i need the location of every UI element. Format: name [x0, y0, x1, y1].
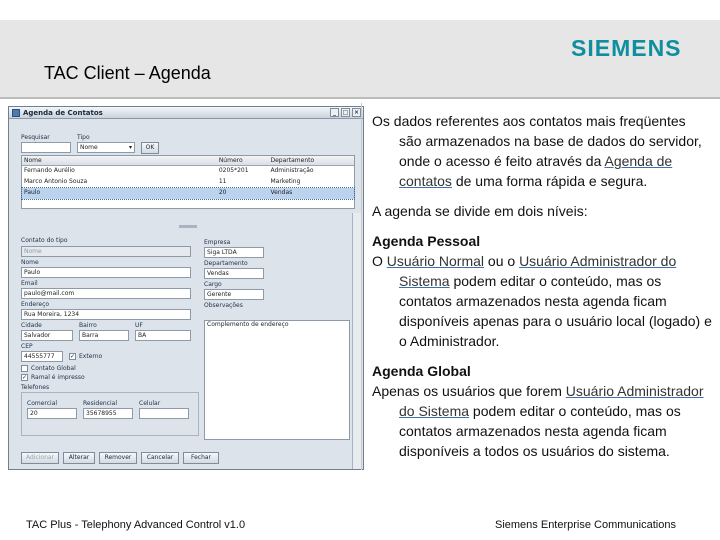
address-label: Endereço — [21, 301, 50, 308]
city-label: Cidade — [21, 322, 42, 329]
role-field[interactable]: Gerente — [204, 289, 264, 300]
global-contact-label: Contato Global — [31, 365, 76, 372]
email-field[interactable]: paulo@mail.com — [21, 288, 191, 299]
cell-department: Administração — [270, 167, 314, 174]
cell-name: Fernando Aurélio — [24, 167, 75, 174]
phones-label: Telefones — [21, 384, 50, 391]
heading-agenda-global: Agenda Global — [372, 363, 471, 379]
table-row-selected[interactable]: Paulo 20 Vendas — [21, 187, 355, 200]
notes-value: Complemento de endereço — [207, 321, 289, 328]
cell-number: 20 — [218, 189, 227, 196]
type-select-value: Nome — [80, 144, 98, 151]
slide-title: TAC Client – Agenda — [44, 63, 211, 83]
header-divider — [0, 97, 720, 99]
app-icon — [12, 108, 20, 117]
add-button[interactable]: Adicionar — [21, 452, 59, 464]
global-contact-checkbox[interactable] — [21, 365, 28, 372]
table-row[interactable]: Fernando Aurélio 0205*201 Administração — [22, 166, 354, 177]
heading-agenda-pessoal: Agenda Pessoal — [372, 233, 481, 249]
external-label: Externo — [79, 353, 103, 360]
cep-field[interactable]: 44555777 — [21, 351, 63, 362]
p3-text: O — [372, 253, 387, 269]
cep-label: CEP — [21, 343, 33, 350]
ok-button[interactable]: OK — [141, 142, 159, 154]
commercial-label: Comercial — [27, 400, 58, 407]
footer-company: Siemens Enterprise Communications — [495, 519, 676, 531]
window-title: Agenda de Contatos — [23, 108, 103, 117]
contacts-table: Nome Número Departamento Fernando Auréli… — [21, 155, 355, 209]
edit-button[interactable]: Alterar — [63, 452, 95, 464]
company-field[interactable]: Siga LTDA — [204, 247, 264, 258]
footer-product: TAC Plus - Telephony Advanced Control v1… — [26, 519, 246, 531]
paragraph-4: Apenas os usuários que forem Usuário Adm… — [372, 381, 712, 461]
department-label: Departamento — [204, 260, 248, 267]
email-label: Email — [21, 280, 38, 287]
p3-text-mid: ou o — [484, 253, 520, 269]
paragraph-3: O Usuário Normal ou o Usuário Administra… — [372, 251, 712, 351]
paragraph-1: Os dados referentes aos contatos mais fr… — [372, 111, 712, 191]
maximize-icon[interactable]: □ — [341, 108, 350, 117]
column-header-name[interactable]: Nome — [22, 156, 217, 165]
window-titlebar: Agenda de Contatos _ □ × — [9, 107, 363, 119]
slide-body: Os dados referentes aos contatos mais fr… — [372, 111, 712, 471]
splitter-handle[interactable] — [179, 225, 197, 228]
table-row[interactable]: Marco Antonio Souza 11 Marketing — [22, 177, 354, 188]
contact-type-label: Contato do tipo — [21, 237, 68, 244]
residential-field[interactable]: 35678955 — [83, 408, 133, 419]
type-select[interactable]: Nome ▾ — [77, 142, 135, 153]
siemens-logo: SIEMENS — [571, 35, 682, 61]
chevron-down-icon: ▾ — [128, 144, 132, 151]
state-field[interactable]: BA — [135, 330, 191, 341]
ramal-printed-label: Ramal é impresso — [31, 374, 85, 381]
link-usuario-normal[interactable]: Usuário Normal — [387, 253, 484, 269]
notes-label: Observações — [204, 302, 243, 309]
cancel-button[interactable]: Cancelar — [141, 452, 179, 464]
p4-text: Apenas os usuários que forem — [372, 383, 566, 399]
name-field[interactable]: Paulo — [21, 267, 191, 278]
residential-label: Residencial — [83, 400, 117, 407]
district-label: Bairro — [79, 322, 97, 329]
close-button[interactable]: Fechar — [183, 452, 219, 464]
close-icon[interactable]: × — [352, 108, 361, 117]
paragraph-2: A agenda se divide em dois níveis: — [372, 203, 588, 219]
search-input[interactable] — [21, 142, 71, 153]
contact-type-field[interactable]: Nome — [21, 246, 191, 257]
address-field[interactable]: Rua Moreira, 1234 — [21, 309, 191, 320]
ramal-printed-checkbox[interactable]: ✓ — [21, 374, 28, 381]
cell-name: Paulo — [24, 189, 41, 196]
notes-textarea[interactable]: Complemento de endereço — [204, 320, 350, 440]
cell-number: 11 — [218, 178, 227, 185]
column-header-department[interactable]: Departamento — [269, 156, 354, 165]
cell-name: Marco Antonio Souza — [24, 178, 88, 185]
cell-department: Marketing — [270, 178, 301, 185]
column-header-number[interactable]: Número — [217, 156, 269, 165]
minimize-icon[interactable]: _ — [330, 108, 339, 117]
company-label: Empresa — [204, 239, 231, 246]
table-header: Nome Número Departamento — [22, 156, 354, 166]
cell-department: Vendas — [270, 189, 293, 196]
department-field[interactable]: Vendas — [204, 268, 264, 279]
mobile-label: Celular — [139, 400, 161, 407]
type-label: Tipo — [77, 134, 90, 141]
city-field[interactable]: Salvador — [21, 330, 73, 341]
external-checkbox[interactable]: ✓ — [69, 353, 76, 360]
p1-text-end: de uma forma rápida e segura. — [451, 173, 648, 189]
cell-number: 0205*201 — [218, 167, 249, 174]
mobile-field[interactable] — [139, 408, 189, 419]
role-label: Cargo — [204, 281, 222, 288]
commercial-field[interactable]: 20 — [27, 408, 77, 419]
state-label: UF — [135, 322, 143, 329]
remove-button[interactable]: Remover — [99, 452, 137, 464]
window-edge-divider — [361, 103, 362, 470]
name-label: Nome — [21, 259, 39, 266]
search-label: Pesquisar — [21, 134, 50, 141]
district-field[interactable]: Barra — [79, 330, 129, 341]
agenda-window: Agenda de Contatos _ □ × Pesquisar Tipo … — [8, 106, 364, 470]
